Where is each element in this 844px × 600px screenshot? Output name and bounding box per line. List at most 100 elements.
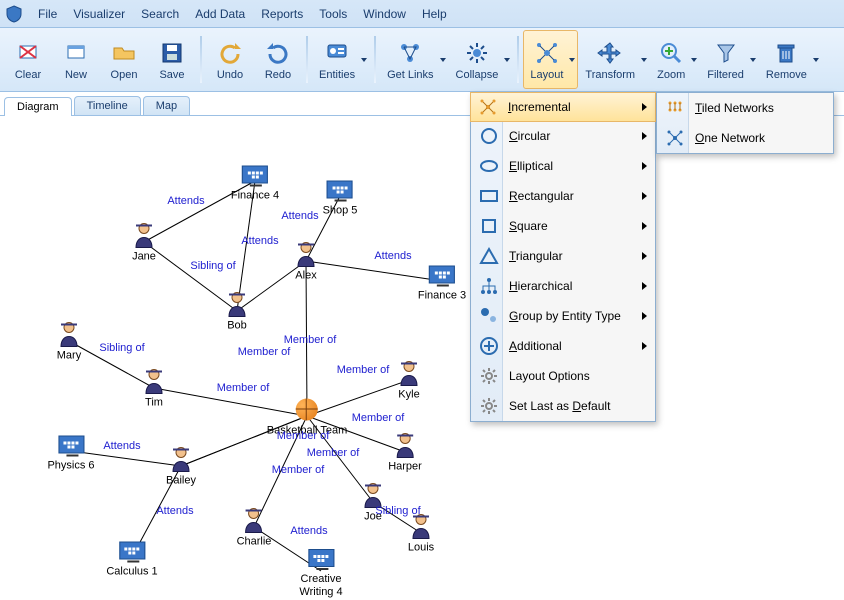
node-creative[interactable]: CreativeWriting 4 bbox=[299, 544, 342, 598]
layout-submenu: Tiled NetworksOne Network bbox=[656, 92, 834, 154]
node-kyle[interactable]: Kyle bbox=[395, 360, 423, 401]
node-jane[interactable]: Jane bbox=[130, 222, 158, 263]
menu-file[interactable]: File bbox=[30, 3, 65, 25]
person-icon bbox=[130, 222, 158, 250]
menu-item-group-by-entity-type[interactable]: Group by Entity Type bbox=[471, 301, 655, 331]
node-label: Shop 5 bbox=[323, 205, 358, 217]
getlinks-button[interactable]: Get Links bbox=[380, 30, 448, 89]
node-label: Tim bbox=[140, 397, 168, 409]
chevron-right-icon bbox=[642, 162, 647, 170]
menu-item-square[interactable]: Square bbox=[471, 211, 655, 241]
menu-help[interactable]: Help bbox=[414, 3, 455, 25]
person-icon bbox=[391, 432, 419, 460]
filtered-button[interactable]: Filtered bbox=[700, 30, 759, 89]
menu-item-tiled-networks[interactable]: Tiled Networks bbox=[657, 93, 833, 123]
undo-button[interactable]: Undo bbox=[206, 30, 254, 89]
menu-item-incremental[interactable]: Incremental bbox=[470, 92, 656, 122]
person-icon bbox=[292, 241, 320, 269]
edge-label: Sibling of bbox=[375, 505, 420, 517]
new-button[interactable]: New bbox=[52, 30, 100, 89]
node-bob[interactable]: Bob bbox=[223, 291, 251, 332]
node-physics6[interactable]: Physics 6 bbox=[47, 431, 94, 472]
gear-icon bbox=[475, 394, 503, 418]
menu-add-data[interactable]: Add Data bbox=[187, 3, 253, 25]
save-button[interactable]: Save bbox=[148, 30, 196, 89]
menu-item-additional[interactable]: Additional bbox=[471, 331, 655, 361]
edge-label: Member of bbox=[307, 447, 360, 459]
menu-visualizer[interactable]: Visualizer bbox=[65, 3, 133, 25]
menu-item-circular[interactable]: Circular bbox=[471, 121, 655, 151]
chevron-down-icon bbox=[750, 58, 756, 62]
menu-item-hierarchical[interactable]: Hierarchical bbox=[471, 271, 655, 301]
menu-window[interactable]: Window bbox=[355, 3, 414, 25]
undo-icon bbox=[216, 39, 244, 67]
node-harper[interactable]: Harper bbox=[388, 432, 422, 473]
gear-icon bbox=[475, 364, 503, 388]
node-label: Writing 4 bbox=[299, 586, 342, 598]
layout-button[interactable]: Layout bbox=[523, 30, 578, 89]
entities-button[interactable]: Entities bbox=[312, 30, 370, 89]
chevron-down-icon bbox=[569, 58, 575, 62]
menu-item-rectangular[interactable]: Rectangular bbox=[471, 181, 655, 211]
group-icon bbox=[475, 304, 503, 328]
tab-timeline[interactable]: Timeline bbox=[74, 96, 141, 115]
basketball-icon bbox=[293, 396, 321, 424]
tab-diagram[interactable]: Diagram bbox=[4, 97, 72, 116]
filtered-icon bbox=[712, 39, 740, 67]
edge-label: Sibling of bbox=[99, 342, 144, 354]
clear-button[interactable]: Clear bbox=[4, 30, 52, 89]
person-icon bbox=[167, 446, 195, 474]
node-mary[interactable]: Mary bbox=[55, 321, 83, 362]
menu-reports[interactable]: Reports bbox=[253, 3, 311, 25]
node-label: Calculus 1 bbox=[106, 566, 157, 578]
node-shop5[interactable]: Shop 5 bbox=[323, 176, 358, 217]
collapse-icon bbox=[463, 39, 491, 67]
edge-label: Member of bbox=[277, 430, 330, 442]
node-finance4[interactable]: Finance 4 bbox=[231, 161, 279, 202]
menu-search[interactable]: Search bbox=[133, 3, 187, 25]
square-icon bbox=[475, 214, 503, 238]
node-label: Louis bbox=[407, 542, 435, 554]
tab-map[interactable]: Map bbox=[143, 96, 190, 115]
person-icon bbox=[395, 360, 423, 388]
node-alex[interactable]: Alex bbox=[292, 241, 320, 282]
zoom-button[interactable]: Zoom bbox=[650, 30, 700, 89]
menubar: FileVisualizerSearchAdd DataReportsTools… bbox=[0, 0, 844, 28]
node-finance3[interactable]: Finance 3 bbox=[418, 261, 466, 302]
node-label: Creative bbox=[299, 573, 342, 585]
menu-item-elliptical[interactable]: Elliptical bbox=[471, 151, 655, 181]
menu-tools[interactable]: Tools bbox=[311, 3, 355, 25]
remove-icon bbox=[772, 39, 800, 67]
chevron-down-icon bbox=[361, 58, 367, 62]
node-label: Alex bbox=[292, 270, 320, 282]
edge-label: Attends bbox=[167, 195, 204, 207]
node-bailey[interactable]: Bailey bbox=[166, 446, 196, 487]
redo-icon bbox=[264, 39, 292, 67]
node-calculus1[interactable]: Calculus 1 bbox=[106, 537, 157, 578]
collapse-button[interactable]: Collapse bbox=[449, 30, 514, 89]
transform-button[interactable]: Transform bbox=[578, 30, 650, 89]
edge-label: Member of bbox=[238, 346, 291, 358]
menu-item-triangular[interactable]: Triangular bbox=[471, 241, 655, 271]
chevron-right-icon bbox=[642, 103, 647, 111]
node-label: Jane bbox=[130, 251, 158, 263]
layout-menu: IncrementalCircularEllipticalRectangular… bbox=[470, 92, 656, 422]
redo-button[interactable]: Redo bbox=[254, 30, 302, 89]
chevron-right-icon bbox=[642, 342, 647, 350]
node-label: Finance 3 bbox=[418, 290, 466, 302]
edge-label: Attends bbox=[156, 505, 193, 517]
remove-button[interactable]: Remove bbox=[759, 30, 822, 89]
node-charlie[interactable]: Charlie bbox=[237, 507, 272, 548]
diagram-canvas[interactable]: Finance 4 Shop 5 Jane Alex Finance 3 Bob Mary T… bbox=[0, 116, 844, 600]
clear-icon bbox=[14, 39, 42, 67]
menu-item-one-network[interactable]: One Network bbox=[657, 123, 833, 153]
node-louis[interactable]: Louis bbox=[407, 513, 435, 554]
menu-item-layout-options[interactable]: Layout Options bbox=[471, 361, 655, 391]
chevron-right-icon bbox=[642, 222, 647, 230]
app-logo-icon bbox=[4, 4, 24, 24]
edge-label: Attends bbox=[374, 250, 411, 262]
menu-item-set-last-as-default[interactable]: Set Last as Default bbox=[471, 391, 655, 421]
chevron-right-icon bbox=[642, 282, 647, 290]
open-button[interactable]: Open bbox=[100, 30, 148, 89]
node-tim[interactable]: Tim bbox=[140, 368, 168, 409]
